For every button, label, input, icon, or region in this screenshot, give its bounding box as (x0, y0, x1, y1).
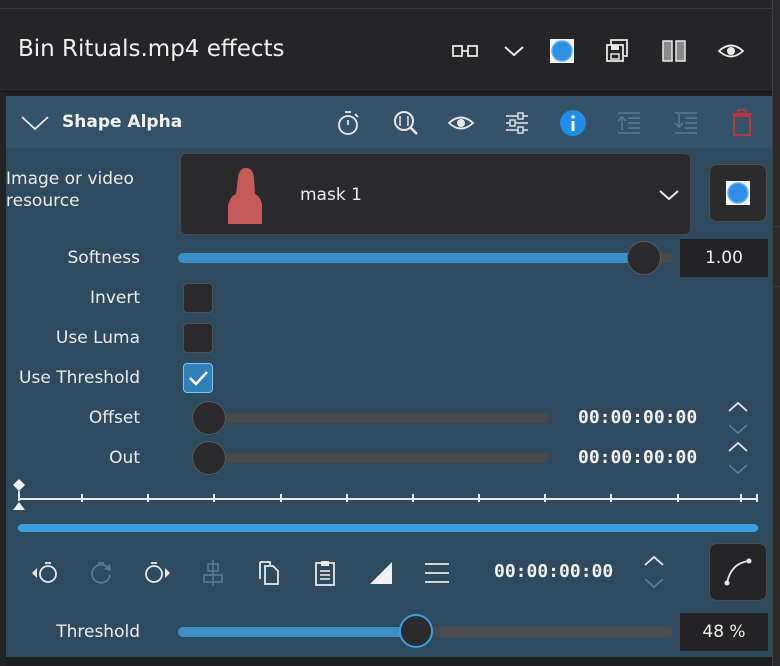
ruler-tick (213, 494, 215, 502)
mask-thumbnail (226, 166, 264, 224)
out-track[interactable] (192, 453, 549, 463)
interpolation-icon[interactable] (364, 556, 398, 590)
keyframe-stepper[interactable] (642, 554, 666, 590)
chevron-down-icon[interactable] (657, 187, 681, 203)
invert-label: Invert (90, 288, 140, 308)
threshold-value[interactable]: 48 % (680, 613, 768, 651)
softness-fill (178, 253, 645, 263)
color-swatch-icon (726, 181, 750, 205)
resource-selected-value: mask 1 (300, 185, 362, 205)
next-keyframe-icon[interactable] (140, 556, 174, 590)
timer-icon[interactable] (332, 106, 366, 140)
offset-timecode[interactable]: 00:00:00:00 (578, 407, 697, 428)
move-down-icon[interactable] (669, 106, 703, 140)
threshold-fill (178, 627, 417, 637)
save-icon[interactable] (600, 34, 634, 68)
color-swatch-button[interactable] (709, 164, 767, 222)
out-timecode[interactable]: 00:00:00:00 (578, 447, 697, 468)
ruler-tick (81, 494, 83, 502)
ruler-tick (544, 494, 546, 502)
right-border (772, 0, 780, 666)
menu-icon[interactable] (420, 556, 454, 590)
keyframe-range-bar (18, 524, 758, 532)
ruler-tick (610, 494, 612, 502)
use-luma-label: Use Luma (55, 328, 140, 348)
compare-icon[interactable] (448, 34, 482, 68)
keyframe-timecode[interactable]: 00:00:00:00 (494, 561, 613, 582)
chevron-down-icon[interactable] (497, 34, 531, 68)
copy-icon[interactable] (252, 556, 286, 590)
panel-title: Bin Rituals.mp4 effects (18, 36, 285, 62)
offset-stepper[interactable] (726, 400, 750, 436)
offset-handle[interactable] (192, 401, 226, 435)
split-view-icon[interactable] (657, 34, 691, 68)
eye-icon[interactable] (444, 106, 478, 140)
keyframe-ruler[interactable] (18, 498, 758, 500)
paste-icon[interactable] (308, 556, 342, 590)
chevron-up-icon (644, 555, 664, 566)
ruler-tick (740, 494, 742, 502)
align-icon[interactable] (196, 556, 230, 590)
eye-icon[interactable] (714, 34, 748, 68)
ruler-tick (756, 494, 758, 502)
zoom-icon[interactable] (389, 106, 423, 140)
out-handle[interactable] (192, 441, 226, 475)
softness-value[interactable]: 1.00 (680, 239, 768, 277)
ruler-tick (677, 494, 679, 502)
softness-label: Softness (67, 248, 141, 268)
chevron-up-icon (728, 441, 748, 452)
offset-track[interactable] (192, 413, 549, 423)
delete-icon[interactable] (725, 106, 759, 140)
out-stepper[interactable] (726, 440, 750, 476)
use-threshold-label: Use Threshold (19, 368, 140, 388)
ruler-tick (346, 494, 348, 502)
sliders-icon[interactable] (500, 106, 534, 140)
collapse-chevron-icon[interactable] (18, 106, 52, 140)
out-label: Out (109, 448, 140, 468)
chevron-up-icon (728, 401, 748, 412)
info-icon[interactable] (556, 106, 590, 140)
ruler-tick (147, 494, 149, 502)
previous-keyframe-icon[interactable] (28, 556, 62, 590)
resource-label: Image or video resource (6, 169, 134, 211)
ruler-tick (280, 494, 282, 502)
color-swatch-icon[interactable] (545, 34, 579, 68)
use-threshold-checkbox[interactable] (183, 363, 213, 393)
add-keyframe-icon[interactable] (84, 556, 118, 590)
threshold-label: Threshold (56, 622, 140, 642)
ruler-tick (478, 494, 480, 502)
use-luma-checkbox[interactable] (183, 323, 213, 353)
bezier-curve-icon (724, 558, 752, 586)
chevron-down-icon (728, 424, 748, 435)
chevron-down-icon (728, 464, 748, 475)
playhead-marker[interactable] (10, 477, 28, 513)
checkmark-icon (189, 371, 208, 386)
move-up-icon[interactable] (612, 106, 646, 140)
chevron-down-icon (644, 578, 664, 589)
effect-name: Shape Alpha (62, 112, 183, 132)
offset-label: Offset (88, 408, 140, 428)
invert-checkbox[interactable] (183, 283, 213, 313)
curve-editor-button[interactable] (709, 543, 767, 601)
ruler-tick (412, 494, 414, 502)
